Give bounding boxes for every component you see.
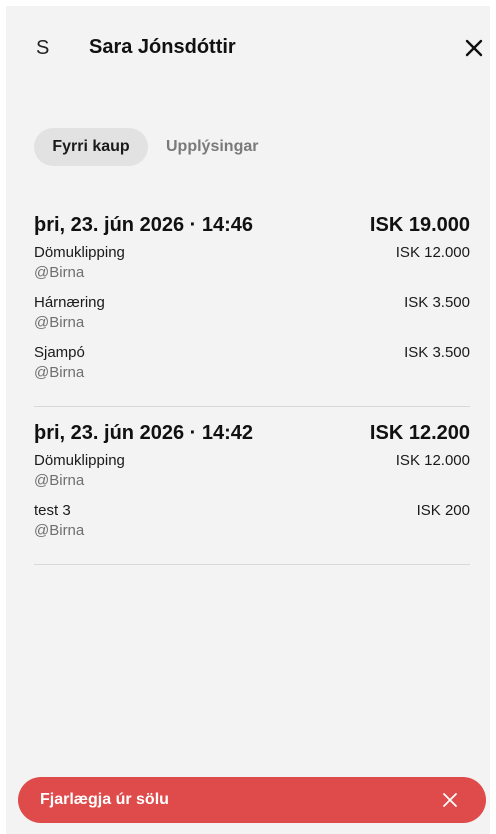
tab-previous-purchases[interactable]: Fyrri kaup (34, 128, 148, 166)
line-item-name: Dömuklipping (34, 452, 125, 469)
line-item-price: ISK 12.000 (395, 452, 470, 469)
line-item-name: Sjampó (34, 344, 85, 361)
line-item-name: Dömuklipping (34, 244, 125, 261)
remove-from-sale-label: Fjarlægja úr sölu (40, 791, 169, 808)
line-item-staff: @Birna (34, 364, 85, 381)
customer-panel: S Sara Jónsdóttir Fyrri kaup Upplýsingar… (6, 6, 490, 834)
line-item-price: ISK 12.000 (395, 244, 470, 261)
line-item: test 3 @Birna ISK 200 (34, 500, 470, 550)
tab-information[interactable]: Upplýsingar (166, 128, 258, 166)
purchase-entry: þri, 23. jún 2026 · 14:42 ISK 12.200 Döm… (34, 420, 470, 565)
line-item-price: ISK 3.500 (404, 294, 470, 311)
purchase-date: þri, 23. jún 2026 · 14:42 (34, 422, 253, 444)
purchase-header: þri, 23. jún 2026 · 14:42 ISK 12.200 (34, 420, 470, 450)
line-item-staff: @Birna (34, 472, 85, 489)
remove-from-sale-bar[interactable]: Fjarlægja úr sölu (18, 777, 486, 823)
line-item-price: ISK 3.500 (404, 344, 470, 361)
close-icon[interactable] (464, 38, 484, 58)
purchase-entry: þri, 23. jún 2026 · 14:46 ISK 19.000 Döm… (34, 212, 470, 407)
line-item: Sjampó @Birna ISK 3.500 (34, 342, 470, 392)
panel-header: S Sara Jónsdóttir (6, 36, 490, 68)
line-item: Dömuklipping @Birna ISK 12.000 (34, 450, 470, 500)
line-item-staff: @Birna (34, 522, 85, 539)
line-item-staff: @Birna (34, 264, 85, 281)
line-item-name: Hárnæring (34, 294, 105, 311)
line-item: Dömuklipping @Birna ISK 12.000 (34, 242, 470, 292)
purchase-header: þri, 23. jún 2026 · 14:46 ISK 19.000 (34, 212, 470, 242)
customer-name: Sara Jónsdóttir (89, 36, 236, 58)
close-icon[interactable] (442, 792, 458, 808)
page: S Sara Jónsdóttir Fyrri kaup Upplýsingar… (0, 0, 496, 834)
line-item-name: test 3 (34, 502, 71, 519)
line-item-staff: @Birna (34, 314, 85, 331)
line-item: Hárnæring @Birna ISK 3.500 (34, 292, 470, 342)
purchase-total: ISK 12.200 (369, 422, 470, 444)
avatar: S (36, 37, 50, 59)
line-item-price: ISK 200 (416, 502, 470, 519)
purchase-date: þri, 23. jún 2026 · 14:46 (34, 214, 253, 236)
purchase-total: ISK 19.000 (369, 214, 470, 236)
